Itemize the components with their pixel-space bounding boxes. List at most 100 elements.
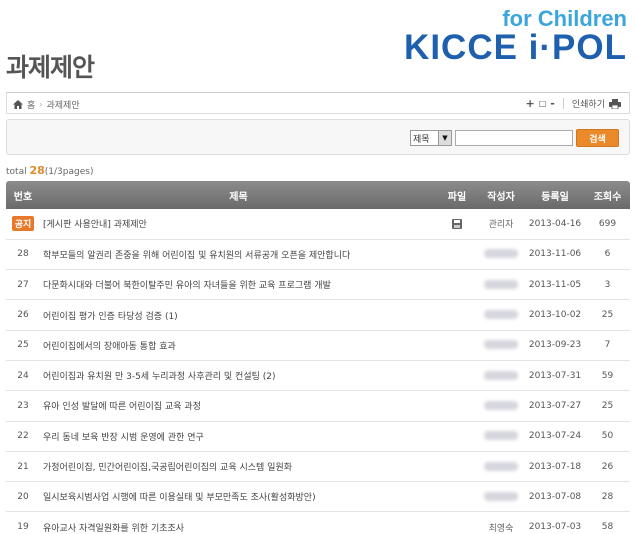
search-button[interactable]: 검색 bbox=[576, 129, 619, 147]
redacted-author bbox=[484, 310, 518, 320]
row-date: 2013-11-06 bbox=[525, 239, 585, 271]
breadcrumb-current: 과제제안 bbox=[46, 101, 80, 111]
header-file: 파일 bbox=[437, 181, 477, 209]
search-field-select[interactable]: 제목 ▼ bbox=[410, 130, 452, 146]
row-date: 2013-07-08 bbox=[525, 481, 585, 513]
header-author: 작성자 bbox=[477, 181, 525, 209]
site-logo[interactable]: for Children KICCE i·POL bbox=[404, 8, 627, 66]
search-input[interactable] bbox=[455, 130, 573, 146]
row-date: 2013-07-18 bbox=[525, 451, 585, 483]
header-no: 번호 bbox=[6, 181, 40, 209]
row-number: 21 bbox=[6, 451, 40, 483]
row-title-link[interactable]: 어린이집 평가 인증 타당성 검증 (1) bbox=[40, 299, 437, 331]
redacted-author bbox=[484, 279, 518, 289]
page-title: 과제제안 bbox=[6, 53, 95, 82]
row-title-link[interactable]: 학부모들의 알권리 존중을 위해 어린이집 및 유치원의 서류공개 오픈을 제안… bbox=[40, 239, 437, 271]
notice-date: 2013-04-16 bbox=[525, 209, 585, 240]
row-number: 27 bbox=[6, 269, 40, 301]
row-file bbox=[437, 360, 477, 392]
row-title-link[interactable]: 유아 인성 발달에 따른 어린이집 교육 과정 bbox=[40, 390, 437, 422]
redacted-author bbox=[484, 461, 518, 471]
row-title-link[interactable]: 일시보육시범사업 시행에 따른 이용실태 및 부모만족도 조사(활성화방안) bbox=[40, 481, 437, 513]
zoom-reset-button[interactable]: □ bbox=[539, 99, 547, 108]
printer-icon[interactable] bbox=[609, 98, 621, 109]
notice-author: 관리자 bbox=[477, 209, 525, 240]
row-file bbox=[437, 511, 477, 534]
row-author bbox=[477, 239, 525, 271]
zoom-out-button[interactable]: - bbox=[550, 97, 555, 110]
row-date: 2013-11-05 bbox=[525, 269, 585, 301]
zoom-in-button[interactable]: + bbox=[526, 97, 535, 110]
breadcrumb: 홈 › 과제제안 bbox=[13, 98, 80, 111]
row-number: 22 bbox=[6, 421, 40, 452]
row-file bbox=[437, 299, 477, 331]
table-row[interactable]: 27 다문화시대와 더불어 북한이탈주민 유아의 자녀들을 위한 교육 프로그램 … bbox=[6, 269, 630, 301]
row-number: 19 bbox=[6, 511, 40, 534]
table-row[interactable]: 28 학부모들의 알권리 존중을 위해 어린이집 및 유치원의 서류공개 오픈을 … bbox=[6, 239, 630, 271]
page-tools: + □ - 인쇄하기 bbox=[526, 97, 621, 110]
row-number: 28 bbox=[6, 239, 40, 271]
notice-row[interactable]: 공지 [게시판 사용안내] 과제제안 관리자 2013-04-16 699 bbox=[6, 209, 630, 240]
row-number: 24 bbox=[6, 360, 40, 392]
table-row[interactable]: 26 어린이집 평가 인증 타당성 검증 (1) 2013-10-02 25 bbox=[6, 299, 630, 331]
breadcrumb-separator-icon: › bbox=[39, 100, 43, 109]
header-title: 제목 bbox=[40, 181, 437, 209]
row-date: 2013-09-23 bbox=[525, 330, 585, 361]
table-row[interactable]: 19 유아교사 자격일원화를 위한 기초조사 최영숙 2013-07-03 58 bbox=[6, 511, 630, 534]
total-label: total bbox=[6, 167, 27, 177]
row-views: 26 bbox=[585, 451, 630, 483]
notice-views: 699 bbox=[585, 209, 630, 240]
row-number: 23 bbox=[6, 390, 40, 422]
logo-tagline: for Children bbox=[502, 6, 627, 31]
notice-badge: 공지 bbox=[11, 216, 35, 232]
row-number: 25 bbox=[6, 330, 40, 361]
row-title-link[interactable]: 어린이집과 유치원 만 3-5세 누리과정 사후관리 및 컨설팅 (2) bbox=[40, 360, 437, 392]
redacted-author bbox=[484, 340, 518, 350]
notice-title-link[interactable]: [게시판 사용안내] 과제제안 bbox=[40, 209, 437, 240]
header-date: 등록일 bbox=[525, 181, 585, 209]
search-panel: 제목 ▼ 검색 bbox=[6, 119, 630, 155]
board-table: 번호 제목 파일 작성자 등록일 조회수 공지 [게시판 사용안내] 과제제안 … bbox=[6, 181, 630, 534]
table-row[interactable]: 23 유아 인성 발달에 따른 어린이집 교육 과정 2013-07-27 25 bbox=[6, 390, 630, 422]
row-file bbox=[437, 390, 477, 422]
total-number: 28 bbox=[29, 164, 45, 177]
print-button[interactable]: 인쇄하기 bbox=[572, 97, 605, 110]
total-count: total 28(1/3pages) bbox=[6, 164, 93, 177]
row-views: 50 bbox=[585, 421, 630, 452]
table-row[interactable]: 25 어린이집에서의 장애아동 통합 효과 2013-09-23 7 bbox=[6, 330, 630, 361]
row-views: 59 bbox=[585, 360, 630, 392]
redacted-author bbox=[484, 431, 518, 441]
row-date: 2013-07-03 bbox=[525, 511, 585, 534]
row-author bbox=[477, 299, 525, 331]
redacted-author bbox=[484, 370, 518, 380]
row-file bbox=[437, 269, 477, 301]
chevron-down-icon[interactable]: ▼ bbox=[438, 131, 451, 145]
row-author bbox=[477, 330, 525, 361]
breadcrumb-home[interactable]: 홈 bbox=[27, 98, 35, 111]
row-file bbox=[437, 481, 477, 513]
row-date: 2013-07-24 bbox=[525, 421, 585, 452]
row-title-link[interactable]: 어린이집에서의 장애아동 통합 효과 bbox=[40, 330, 437, 361]
table-row[interactable]: 22 우리 동네 보육 반장 시범 운영에 관한 연구 2013-07-24 50 bbox=[6, 421, 630, 452]
row-author bbox=[477, 451, 525, 483]
table-row[interactable]: 21 가정어린이집, 민간어린이집,국공립어린이집의 교육 시스템 일원화 2013… bbox=[6, 451, 630, 483]
redacted-author bbox=[484, 400, 518, 410]
redacted-author bbox=[484, 249, 518, 259]
row-views: 3 bbox=[585, 269, 630, 301]
row-title-link[interactable]: 유아교사 자격일원화를 위한 기초조사 bbox=[40, 511, 437, 534]
row-views: 25 bbox=[585, 299, 630, 331]
breadcrumb-bar: 홈 › 과제제안 + □ - 인쇄하기 bbox=[6, 92, 630, 114]
logo-wordmark: KICCE i·POL bbox=[404, 28, 627, 67]
home-icon[interactable] bbox=[13, 100, 23, 109]
table-row[interactable]: 20 일시보육시범사업 시행에 따른 이용실태 및 부모만족도 조사(활성화방안)… bbox=[6, 481, 630, 513]
row-file bbox=[437, 421, 477, 452]
row-author bbox=[477, 481, 525, 513]
table-row[interactable]: 24 어린이집과 유치원 만 3-5세 누리과정 사후관리 및 컨설팅 (2) 20… bbox=[6, 360, 630, 392]
attachment-file-icon[interactable] bbox=[452, 218, 462, 229]
total-pages: (1/3pages) bbox=[44, 167, 94, 177]
row-title-link[interactable]: 가정어린이집, 민간어린이집,국공립어린이집의 교육 시스템 일원화 bbox=[40, 451, 437, 483]
row-views: 6 bbox=[585, 239, 630, 271]
row-title-link[interactable]: 우리 동네 보육 반장 시범 운영에 관한 연구 bbox=[40, 421, 437, 452]
row-title-link[interactable]: 다문화시대와 더불어 북한이탈주민 유아의 자녀들을 위한 교육 프로그램 개발 bbox=[40, 269, 437, 301]
row-author bbox=[477, 269, 525, 301]
